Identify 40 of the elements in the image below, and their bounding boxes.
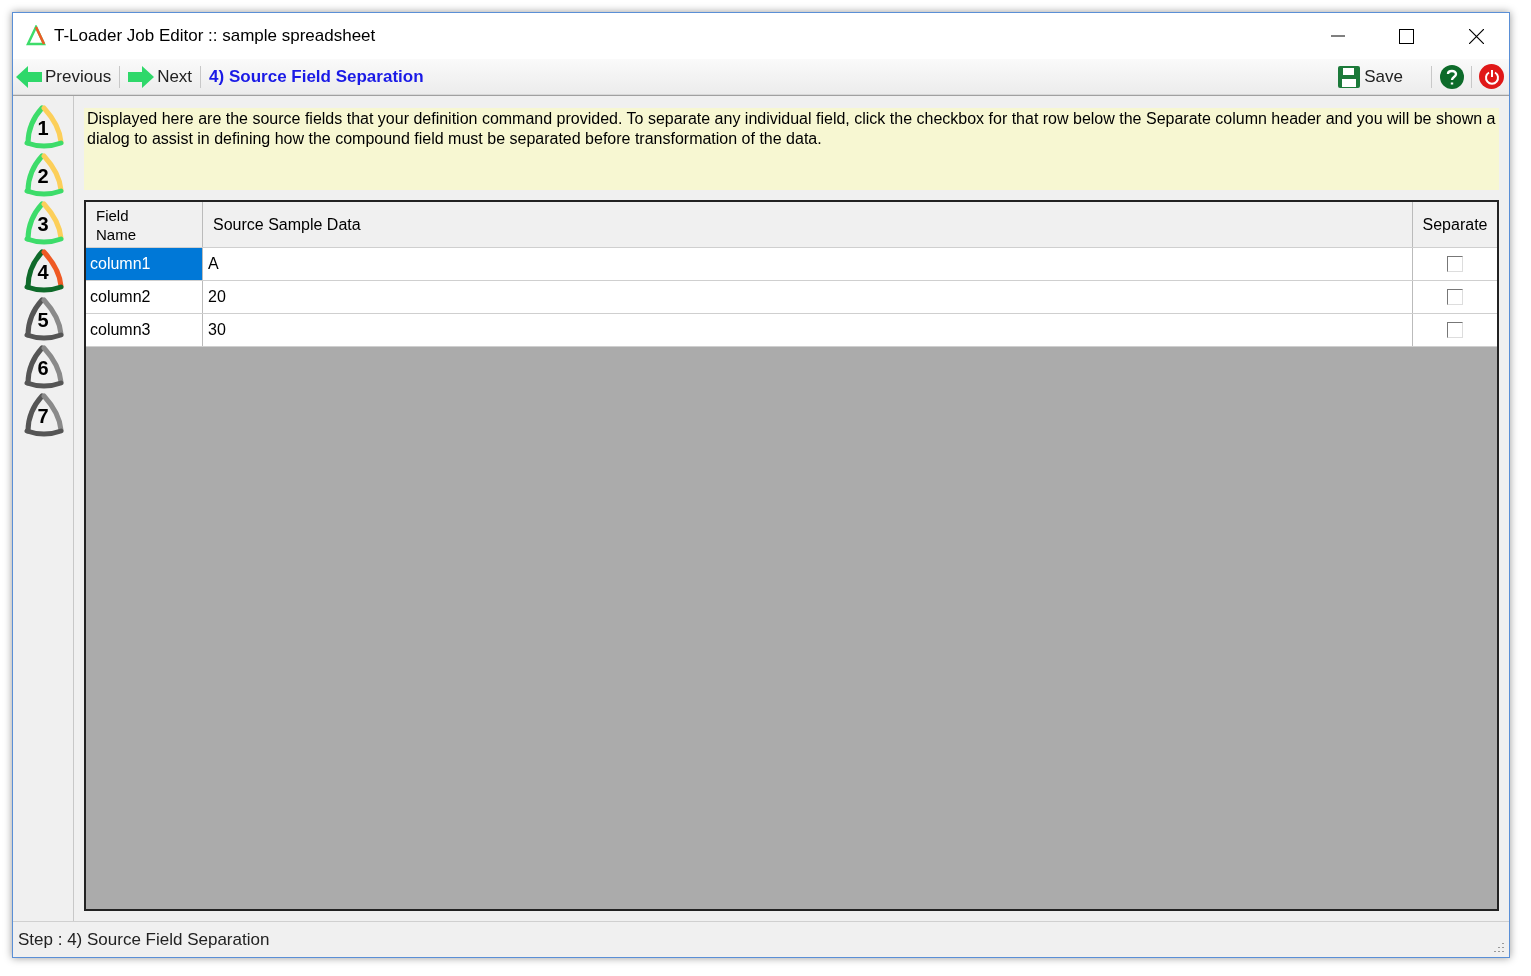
left-arrow-icon (16, 65, 42, 88)
info-message: Displayed here are the source fields that your definition command provided. To separate any individual field, click the checkbox for that row below the Separate column header and you will be shown a dialog to assist in defining how the compound field must be separated before transformation of the data. (84, 108, 1499, 190)
column-header[interactable]: Field Name (86, 202, 203, 247)
table-row[interactable]: column2 20 (86, 281, 1497, 314)
table-row[interactable]: column1 A (86, 248, 1497, 281)
checkbox[interactable] (1447, 322, 1463, 338)
column-header[interactable]: Separate (1413, 202, 1497, 247)
window-title: T-Loader Job Editor :: sample spreadsheet (54, 25, 376, 48)
save-icon (1337, 64, 1362, 89)
status-text: Step : 4) Source Field Separation (18, 928, 270, 951)
resize-grip-icon (1493, 940, 1505, 953)
power-button[interactable] (1479, 64, 1504, 89)
app-logo-icon (25, 25, 47, 47)
table-cell: column2 (86, 281, 203, 313)
table-row[interactable]: column3 30 (86, 314, 1497, 347)
save-button[interactable]: Save (1337, 63, 1403, 90)
help-icon (1446, 68, 1458, 85)
power-icon (1483, 68, 1500, 85)
step-title: 4) Source Field Separation (209, 65, 424, 88)
table-cell: column1 (86, 248, 203, 280)
help-button[interactable] (1440, 64, 1464, 89)
close-icon (1468, 28, 1484, 44)
next-button[interactable]: Next (128, 63, 193, 90)
step-button[interactable]: 7 (18, 392, 68, 438)
table-cell: A (203, 248, 1413, 280)
checkbox[interactable] (1447, 289, 1463, 305)
checkbox[interactable] (1447, 256, 1463, 272)
table-cell: 20 (203, 281, 1413, 313)
table-cell: column3 (86, 314, 203, 346)
step-button[interactable]: 3 (18, 200, 68, 246)
step-button[interactable]: 2 (18, 152, 68, 198)
step-button[interactable]: 6 (18, 344, 68, 390)
step-button[interactable]: 5 (18, 296, 68, 342)
step-button[interactable]: 1 (18, 104, 68, 150)
step-button[interactable]: 4 (18, 248, 68, 294)
maximize-icon (1398, 28, 1414, 44)
right-arrow-icon (128, 65, 155, 88)
column-header[interactable]: Source Sample Data (203, 202, 1413, 247)
previous-button[interactable]: Previous (16, 63, 112, 90)
table-cell: 30 (203, 314, 1413, 346)
